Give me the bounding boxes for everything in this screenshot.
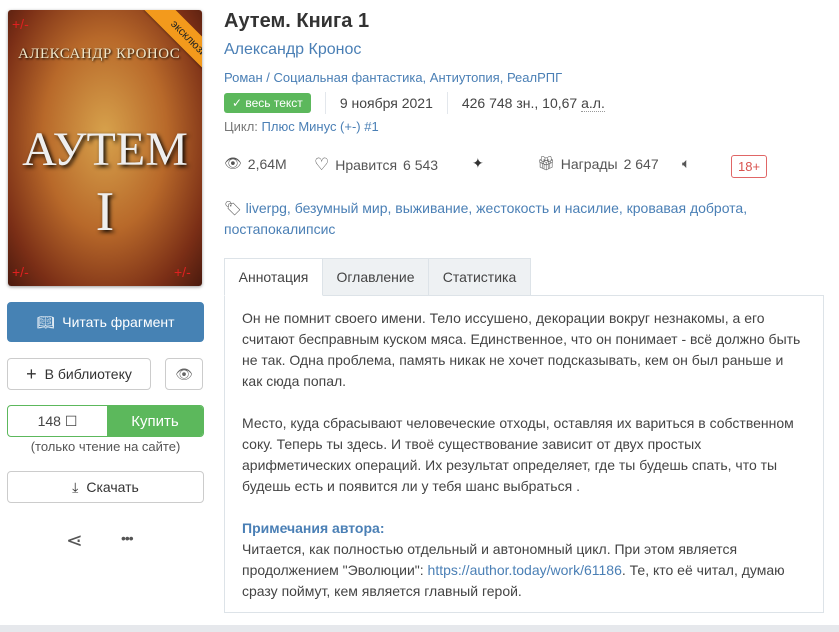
cycle-link[interactable]: Плюс Минус (+-) #1 xyxy=(262,119,379,134)
page-footer-strip xyxy=(0,625,839,632)
tag-icon: 🏷︎ xyxy=(224,200,242,216)
author-link[interactable]: Александр Кронос xyxy=(224,41,361,59)
buy-button[interactable]: Купить xyxy=(107,406,203,436)
tags: 🏷︎ liverpg, безумный мир, выживание, жес… xyxy=(224,200,748,237)
eye-icon: 👁 xyxy=(224,155,242,171)
tab-annotation[interactable]: Аннотация xyxy=(224,258,323,296)
read-fragment-button[interactable]: 📖︎ Читать фрагмент xyxy=(7,302,204,342)
audio-icon[interactable]: 🔈︎ xyxy=(682,155,690,172)
tag[interactable]: жестокость и насилие xyxy=(476,200,619,216)
tag[interactable]: кровавая доброта xyxy=(627,200,744,216)
cover-author: АЛЕКСАНДР КРОНОС xyxy=(18,46,181,62)
book-icon: 📖︎ xyxy=(36,313,55,330)
annotation-paragraph: Он не помнит своего имени. Тело иссушено… xyxy=(242,310,801,389)
cover-title: АУТЕМ xyxy=(22,123,188,176)
author-notes-title: Примечания автора: xyxy=(242,520,385,536)
genre-form[interactable]: Роман / xyxy=(224,70,274,85)
awards-button[interactable]: 🎁︎ Награды 2 647 xyxy=(537,155,659,172)
publish-date: 9 ноября 2021 xyxy=(339,95,433,111)
views-stat: 👁 2,64M xyxy=(224,155,287,172)
heart-icon: ♡ xyxy=(314,155,330,174)
plus-icon: + xyxy=(26,363,37,384)
likes-button[interactable]: ♡ Нравится 6 543 xyxy=(314,155,438,175)
sparkle-icon[interactable]: ✦ xyxy=(472,155,484,172)
divider xyxy=(446,92,448,114)
notes-link[interactable]: https://author.today/work/61186 xyxy=(428,562,622,578)
cover-mark: +/- xyxy=(174,264,191,280)
more-icon[interactable]: ••• xyxy=(121,530,134,546)
share-icon[interactable]: ⋖ xyxy=(66,528,83,553)
status-badge: ✓ весь текст xyxy=(224,93,311,113)
check-icon: ✓ xyxy=(232,96,246,110)
genre-list[interactable]: Социальная фантастика, Антиутопия, РеалР… xyxy=(274,70,563,85)
buy-group: 148 ☐ Купить xyxy=(7,405,204,437)
tag[interactable]: выживание xyxy=(395,200,468,216)
cover-number: I xyxy=(95,181,115,243)
gift-icon: 🎁︎ xyxy=(537,155,555,171)
download-icon: ⤓ xyxy=(72,478,79,495)
tag[interactable]: liverpg xyxy=(246,200,287,216)
download-button[interactable]: ⤓ Скачать xyxy=(7,471,204,503)
author-sheet-unit[interactable]: а.л. xyxy=(581,95,605,112)
tag[interactable]: постапокалипсис xyxy=(224,221,335,237)
author-notes: Читается, как полностью отдельный и авто… xyxy=(242,541,785,599)
book-title: Аутем. Книга 1 xyxy=(224,10,370,32)
cycle-label: Цикл: xyxy=(224,119,262,134)
annotation-panel: Он не помнит своего имени. Тело иссушено… xyxy=(224,295,824,613)
book-cover[interactable]: +/- +/- +/- АЛЕКСАНДР КРОНОС АУТЕМ I экс… xyxy=(8,10,202,286)
book-size: 426 748 зн., 10,67 а.л. xyxy=(461,95,605,112)
price: 148 ☐ xyxy=(37,412,78,429)
divider xyxy=(324,92,326,114)
tab-statistics[interactable]: Статистика xyxy=(428,258,531,296)
cover-mark: +/- xyxy=(12,16,29,32)
cover-mark: +/- xyxy=(12,264,29,280)
annotation-paragraph: Место, куда сбрасывают человеческие отхо… xyxy=(242,415,794,494)
genres: Роман / Социальная фантастика, Антиутопи… xyxy=(224,70,562,85)
tag[interactable]: безумный мир xyxy=(295,200,388,216)
tab-contents[interactable]: Оглавление xyxy=(322,258,429,296)
buy-note: (только чтение на сайте) xyxy=(30,439,181,454)
eye-icon[interactable]: 👁 xyxy=(165,358,203,390)
age-rating-badge: 18+ xyxy=(731,155,768,178)
add-to-library-button[interactable]: + В библиотеку xyxy=(7,358,151,390)
